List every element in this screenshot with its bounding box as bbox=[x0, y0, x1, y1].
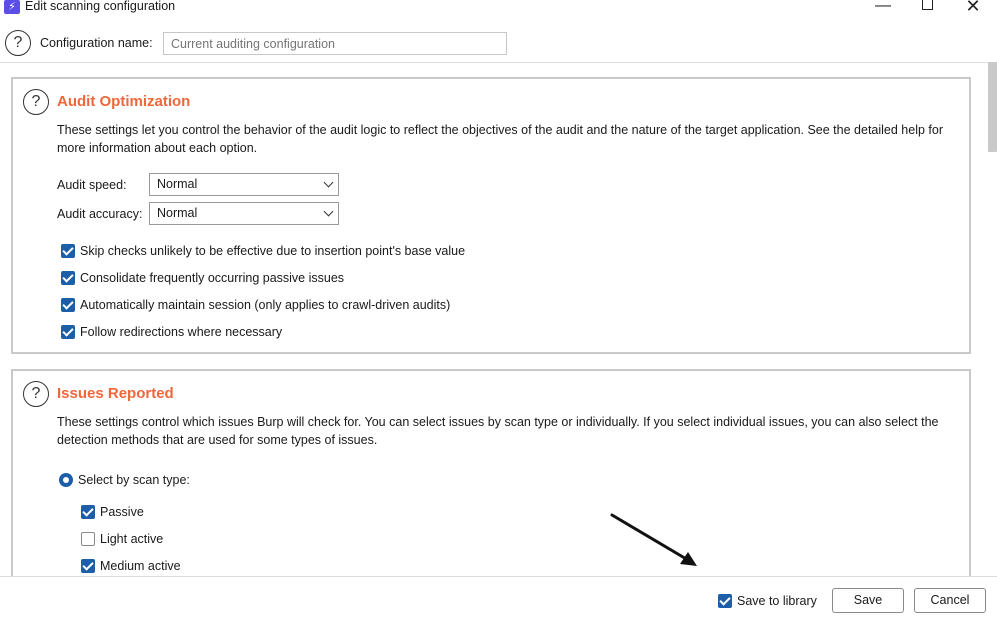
checkbox-checked-icon[interactable] bbox=[718, 594, 732, 608]
burp-lightning-icon: ⚡ bbox=[4, 0, 20, 14]
audit-speed-value: Normal bbox=[157, 177, 198, 191]
chevron-down-icon bbox=[323, 206, 334, 217]
settings-scroll-area: ? Audit Optimization These settings let … bbox=[0, 62, 997, 576]
scan-type-passive[interactable]: Passive bbox=[81, 505, 144, 520]
save-button[interactable]: Save bbox=[832, 588, 904, 613]
checkbox-checked-icon[interactable] bbox=[61, 298, 75, 312]
select-by-scan-type-radio[interactable]: Select by scan type: bbox=[59, 473, 190, 488]
checkbox-checked-icon[interactable] bbox=[61, 325, 75, 339]
option-label: Consolidate frequently occurring passive… bbox=[80, 271, 345, 285]
save-to-library-label: Save to library bbox=[737, 594, 817, 608]
minimize-button[interactable]: — bbox=[871, 0, 895, 15]
audit-speed-label: Audit speed: bbox=[57, 178, 127, 192]
dialog-footer: Save to library Save Cancel bbox=[0, 576, 997, 620]
scan-type-label: Light active bbox=[100, 532, 164, 546]
help-icon[interactable]: ? bbox=[23, 89, 49, 115]
option-skip-checks[interactable]: Skip checks unlikely to be effective due… bbox=[61, 244, 465, 259]
audit-optimization-description: These settings let you control the behav… bbox=[57, 123, 943, 155]
checkbox-unchecked-icon[interactable] bbox=[81, 532, 95, 546]
scan-type-medium-active[interactable]: Medium active bbox=[81, 559, 181, 574]
option-label: Follow redirections where necessary bbox=[80, 325, 283, 339]
option-label: Skip checks unlikely to be effective due… bbox=[80, 244, 466, 258]
configuration-name-input[interactable] bbox=[163, 32, 507, 55]
chevron-down-icon bbox=[323, 177, 334, 188]
maximize-button[interactable] bbox=[915, 0, 939, 15]
option-label: Automatically maintain session (only app… bbox=[80, 298, 451, 312]
checkbox-checked-icon[interactable] bbox=[61, 271, 75, 285]
radio-label: Select by scan type: bbox=[78, 473, 190, 487]
title-bar: ⚡ Edit scanning configuration — ✕ bbox=[0, 0, 997, 16]
configuration-name-label: Configuration name: bbox=[40, 36, 153, 50]
help-icon[interactable]: ? bbox=[5, 30, 31, 56]
audit-accuracy-label: Audit accuracy: bbox=[57, 207, 143, 221]
maximize-icon bbox=[921, 0, 933, 10]
audit-accuracy-select[interactable]: Normal bbox=[149, 202, 339, 225]
window-title: Edit scanning configuration bbox=[25, 0, 176, 13]
option-maintain-session[interactable]: Automatically maintain session (only app… bbox=[61, 298, 450, 313]
scan-type-label: Passive bbox=[100, 505, 144, 519]
issues-reported-title: Issues Reported bbox=[57, 385, 174, 402]
audit-speed-select[interactable]: Normal bbox=[149, 173, 339, 196]
cancel-button[interactable]: Cancel bbox=[914, 588, 986, 613]
checkbox-checked-icon[interactable] bbox=[61, 244, 75, 258]
help-icon[interactable]: ? bbox=[23, 381, 49, 407]
audit-optimization-panel: ? Audit Optimization These settings let … bbox=[11, 77, 971, 354]
radio-selected-icon[interactable] bbox=[59, 473, 73, 487]
audit-optimization-title: Audit Optimization bbox=[57, 93, 191, 110]
issues-reported-panel: ? Issues Reported These settings control… bbox=[11, 369, 971, 576]
checkbox-checked-icon[interactable] bbox=[81, 559, 95, 573]
option-follow-redirections[interactable]: Follow redirections where necessary bbox=[61, 325, 282, 340]
scan-type-label: Medium active bbox=[100, 559, 181, 573]
save-to-library-checkbox[interactable]: Save to library bbox=[718, 594, 817, 609]
vertical-scrollbar[interactable] bbox=[988, 62, 997, 152]
close-button[interactable]: ✕ bbox=[961, 0, 985, 15]
issues-reported-description: These settings control which issues Burp… bbox=[57, 415, 939, 447]
audit-accuracy-value: Normal bbox=[157, 206, 198, 220]
checkbox-checked-icon[interactable] bbox=[81, 505, 95, 519]
scan-type-light-active[interactable]: Light active bbox=[81, 532, 163, 547]
option-consolidate-passive[interactable]: Consolidate frequently occurring passive… bbox=[61, 271, 344, 286]
